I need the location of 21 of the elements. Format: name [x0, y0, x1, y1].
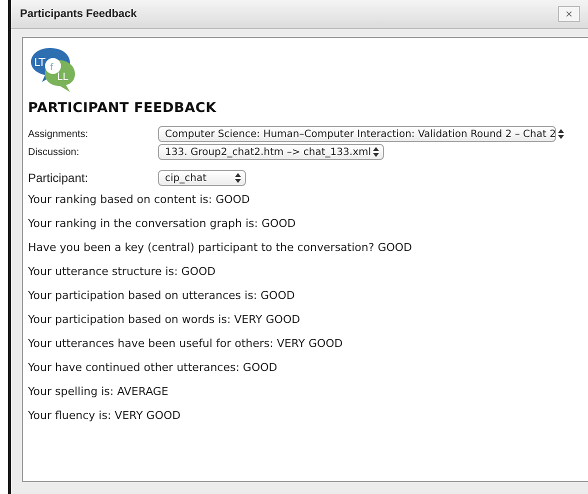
feedback-line: Your utterances have been useful for others: VERY GOOD — [28, 336, 344, 352]
field-label: Assignments: — [28, 128, 90, 140]
feedback-line: Your ranking based on content is: GOOD — [28, 192, 251, 208]
close-button[interactable]: × — [558, 6, 580, 22]
stepper-arrows-icon — [556, 128, 566, 140]
feedback-line: Your ranking in the conversation graph is: GOOD — [28, 216, 297, 232]
feedback-line: Your have continued other utterances: GOOD — [28, 360, 278, 376]
feedback-line: Your participation based on words is: VERY GOOD — [28, 312, 302, 328]
feedback-line: Your participation based on utterances is: GOOD — [28, 288, 296, 304]
dropdown-select[interactable]: 133. Group2_chat2.htm –> chat_133.xml — [158, 144, 384, 160]
stepper-arrows-icon — [233, 172, 243, 184]
page-heading: PARTICIPANT FEEDBACK — [28, 100, 218, 116]
field-label: Discussion: — [28, 146, 80, 158]
field-label: Participant: — [28, 171, 90, 185]
feedback-line: Your spelling is: AVERAGE — [28, 384, 170, 400]
feedback-line: Your fluency is: VERY GOOD — [28, 408, 182, 424]
feedback-line: Have you been a key (central) participant to the conversation? GOOD — [28, 240, 414, 256]
feedback-line: Your utterance structure is: GOOD — [28, 264, 217, 280]
window-title: Participants Feedback — [20, 8, 137, 20]
stepper-arrows-icon — [371, 146, 382, 158]
dropdown-select[interactable]: cip_chat — [158, 170, 246, 186]
